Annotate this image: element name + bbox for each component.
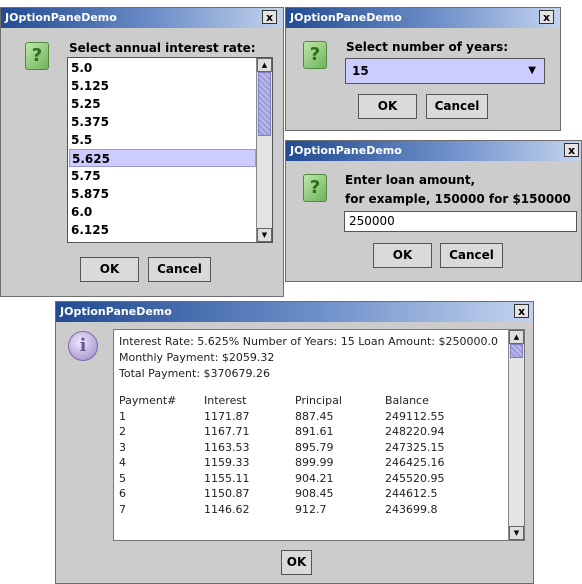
rate-list-item[interactable]: 5.875 xyxy=(69,185,256,203)
table-row-cell: 1171.87 xyxy=(204,409,250,423)
table-row-cell: 899.99 xyxy=(295,456,334,469)
years-cancel-button[interactable]: Cancel xyxy=(426,94,488,119)
table-row-cell: 904.21 xyxy=(295,471,334,485)
chevron-down-icon[interactable]: ▼ xyxy=(528,59,536,83)
rate-list-item[interactable]: 5.5 xyxy=(69,131,256,149)
years-dialog-titlebar[interactable]: JOptionPaneDemo xyxy=(286,8,560,28)
rate-list-item[interactable]: 5.0 xyxy=(69,59,256,77)
result-scrollbar[interactable]: ▲ ▼ xyxy=(508,330,524,540)
years-prompt: Select number of years: xyxy=(346,40,509,54)
rate-list-item[interactable]: 5.75 xyxy=(69,167,256,185)
table-row-cell: 6 xyxy=(119,487,126,500)
rate-dialog-close-button[interactable]: x xyxy=(262,10,277,24)
table-header-cell: Principal xyxy=(295,394,342,407)
rate-ok-button[interactable]: OK xyxy=(80,257,139,282)
scroll-thumb[interactable] xyxy=(258,72,271,136)
question-icon: ? xyxy=(303,174,327,202)
table-row-cell: 908.45 xyxy=(295,487,334,500)
years-combo[interactable]: 15 ▼ xyxy=(345,58,545,84)
years-combo-value: 15 xyxy=(352,64,369,78)
result-ok-button[interactable]: OK xyxy=(281,550,312,575)
years-dialog-close-button[interactable]: x xyxy=(539,10,554,24)
table-header-cell: Payment# xyxy=(119,394,177,407)
table-row-cell: 1146.62 xyxy=(204,502,250,516)
rate-prompt: Select annual interest rate: xyxy=(69,41,256,55)
table-row-cell: 244612.5 xyxy=(385,487,438,500)
result-dialog: JOptionPaneDemo x i Interest Rate: 5.625… xyxy=(55,301,534,584)
total-payment-line: Total Payment: $370679.26 xyxy=(119,367,271,380)
table-row-cell: 1163.53 xyxy=(204,440,250,454)
rate-dialog: JOptionPaneDemo x ? Select annual intere… xyxy=(0,7,284,297)
loan-cancel-button[interactable]: Cancel xyxy=(440,243,503,268)
question-icon: ? xyxy=(25,42,49,70)
table-row-cell: 245520.95 xyxy=(385,471,445,485)
table-row-cell: 4 xyxy=(119,456,126,469)
question-icon: ? xyxy=(303,41,327,69)
years-ok-button[interactable]: OK xyxy=(358,94,417,119)
table-row-cell: 5 xyxy=(119,471,126,485)
table-row-cell: 3 xyxy=(119,440,126,454)
loan-ok-button[interactable]: OK xyxy=(373,243,432,268)
rate-list-item[interactable]: 5.25 xyxy=(69,95,256,113)
table-row-cell: 7 xyxy=(119,502,126,516)
scroll-up-button[interactable]: ▲ xyxy=(257,58,272,72)
table-row-cell: 1155.11 xyxy=(204,471,250,485)
info-icon: i xyxy=(68,331,98,361)
table-row-cell: 1167.71 xyxy=(204,425,250,438)
table-row-cell: 1159.33 xyxy=(204,456,250,469)
monthly-payment-line: Monthly Payment: $2059.32 xyxy=(119,351,275,364)
loan-prompt-line1: Enter loan amount, xyxy=(345,173,476,187)
table-row-cell: 247325.15 xyxy=(385,440,445,454)
table-header-cell: Balance xyxy=(385,394,429,407)
summary-line: Interest Rate: 5.625% Number of Years: 1… xyxy=(119,335,499,348)
loan-dialog-close-button[interactable]: x xyxy=(564,143,579,157)
table-row-cell: 912.7 xyxy=(295,502,327,516)
rate-list-item[interactable]: 5.375 xyxy=(69,113,256,131)
rate-list-item[interactable]: 5.125 xyxy=(69,77,256,95)
loan-dialog-titlebar[interactable]: JOptionPaneDemo xyxy=(286,141,581,161)
rate-cancel-button[interactable]: Cancel xyxy=(148,257,211,282)
rate-list-item[interactable]: 6.0 xyxy=(69,203,256,221)
rate-list-item[interactable]: 6.125 xyxy=(69,221,256,239)
rate-list-item[interactable]: 5.625 xyxy=(69,149,256,167)
table-row-cell: 887.45 xyxy=(295,409,334,423)
scroll-up-button[interactable]: ▲ xyxy=(509,330,524,344)
table-row-cell: 248220.94 xyxy=(385,425,445,438)
table-row-cell: 246425.16 xyxy=(385,456,445,469)
rate-dialog-titlebar[interactable]: JOptionPaneDemo xyxy=(1,8,283,28)
scroll-thumb[interactable] xyxy=(510,344,523,358)
loan-amount-input[interactable]: 250000 xyxy=(344,211,577,232)
table-row-cell: 2 xyxy=(119,425,126,438)
table-row-cell: 1 xyxy=(119,409,126,423)
scroll-down-button[interactable]: ▼ xyxy=(509,526,524,540)
table-row-cell: 243699.8 xyxy=(385,502,438,516)
scroll-down-button[interactable]: ▼ xyxy=(257,228,272,242)
result-dialog-titlebar[interactable]: JOptionPaneDemo xyxy=(56,302,533,322)
result-text-area[interactable]: Interest Rate: 5.625% Number of Years: 1… xyxy=(113,329,525,541)
loan-dialog: JOptionPaneDemo x ? Enter loan amount, f… xyxy=(285,140,582,282)
table-row-cell: 895.79 xyxy=(295,440,334,454)
result-dialog-close-button[interactable]: x xyxy=(514,304,529,318)
table-row-cell: 891.61 xyxy=(295,425,334,438)
table-row-cell: 1150.87 xyxy=(204,487,250,500)
table-header-cell: Interest xyxy=(204,394,247,407)
years-dialog: JOptionPaneDemo x ? Select number of yea… xyxy=(285,7,561,131)
rate-list-scrollbar[interactable]: ▲ ▼ xyxy=(256,58,272,242)
table-row-cell: 249112.55 xyxy=(385,409,445,423)
loan-prompt-line2: for example, 150000 for $150000 xyxy=(345,192,571,206)
rate-list[interactable]: 5.0 5.125 5.25 5.375 5.5 5.625 5.75 5.875 6.0 6.1… xyxy=(67,57,273,243)
